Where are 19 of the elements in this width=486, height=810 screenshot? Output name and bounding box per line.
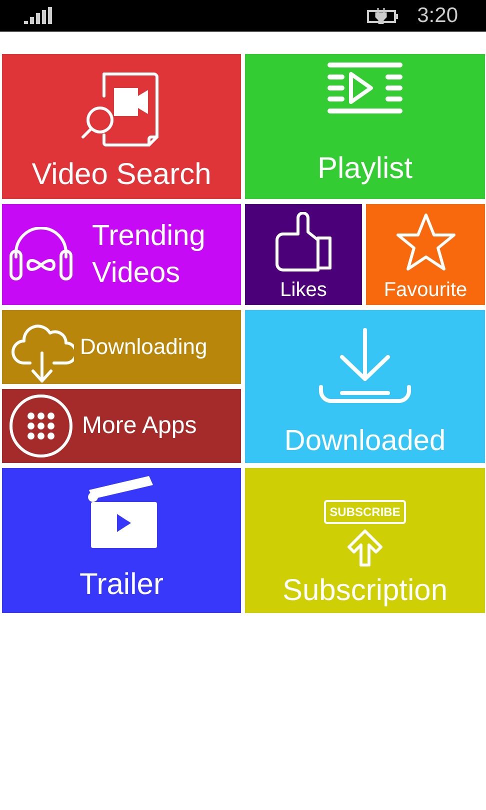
subscribe-badge: SUBSCRIBE [324, 500, 406, 524]
menu-tile[interactable]: Likes [245, 204, 362, 305]
menu-tile[interactable]: Downloading [2, 310, 241, 384]
download-tray-icon [318, 326, 412, 403]
menu-tile[interactable]: More Apps [2, 389, 241, 463]
playlist-icon [327, 62, 403, 114]
menu-tile[interactable]: Video Search [2, 54, 241, 199]
headphones-icon [8, 226, 74, 282]
menu-tile[interactable]: Trending Videos [2, 204, 241, 305]
battery-charging-icon [367, 8, 400, 24]
signal-icon [24, 6, 54, 24]
thumbs-up-icon [272, 212, 334, 272]
star-icon [394, 212, 456, 272]
clapperboard-icon [86, 476, 156, 548]
app-grid-circle-icon [8, 393, 74, 459]
menu-tile[interactable]: Favourite [366, 204, 485, 305]
menu-tile[interactable]: Trailer [2, 468, 241, 613]
clock-time: 3:20 [417, 2, 458, 29]
up-arrow-icon [345, 528, 385, 568]
